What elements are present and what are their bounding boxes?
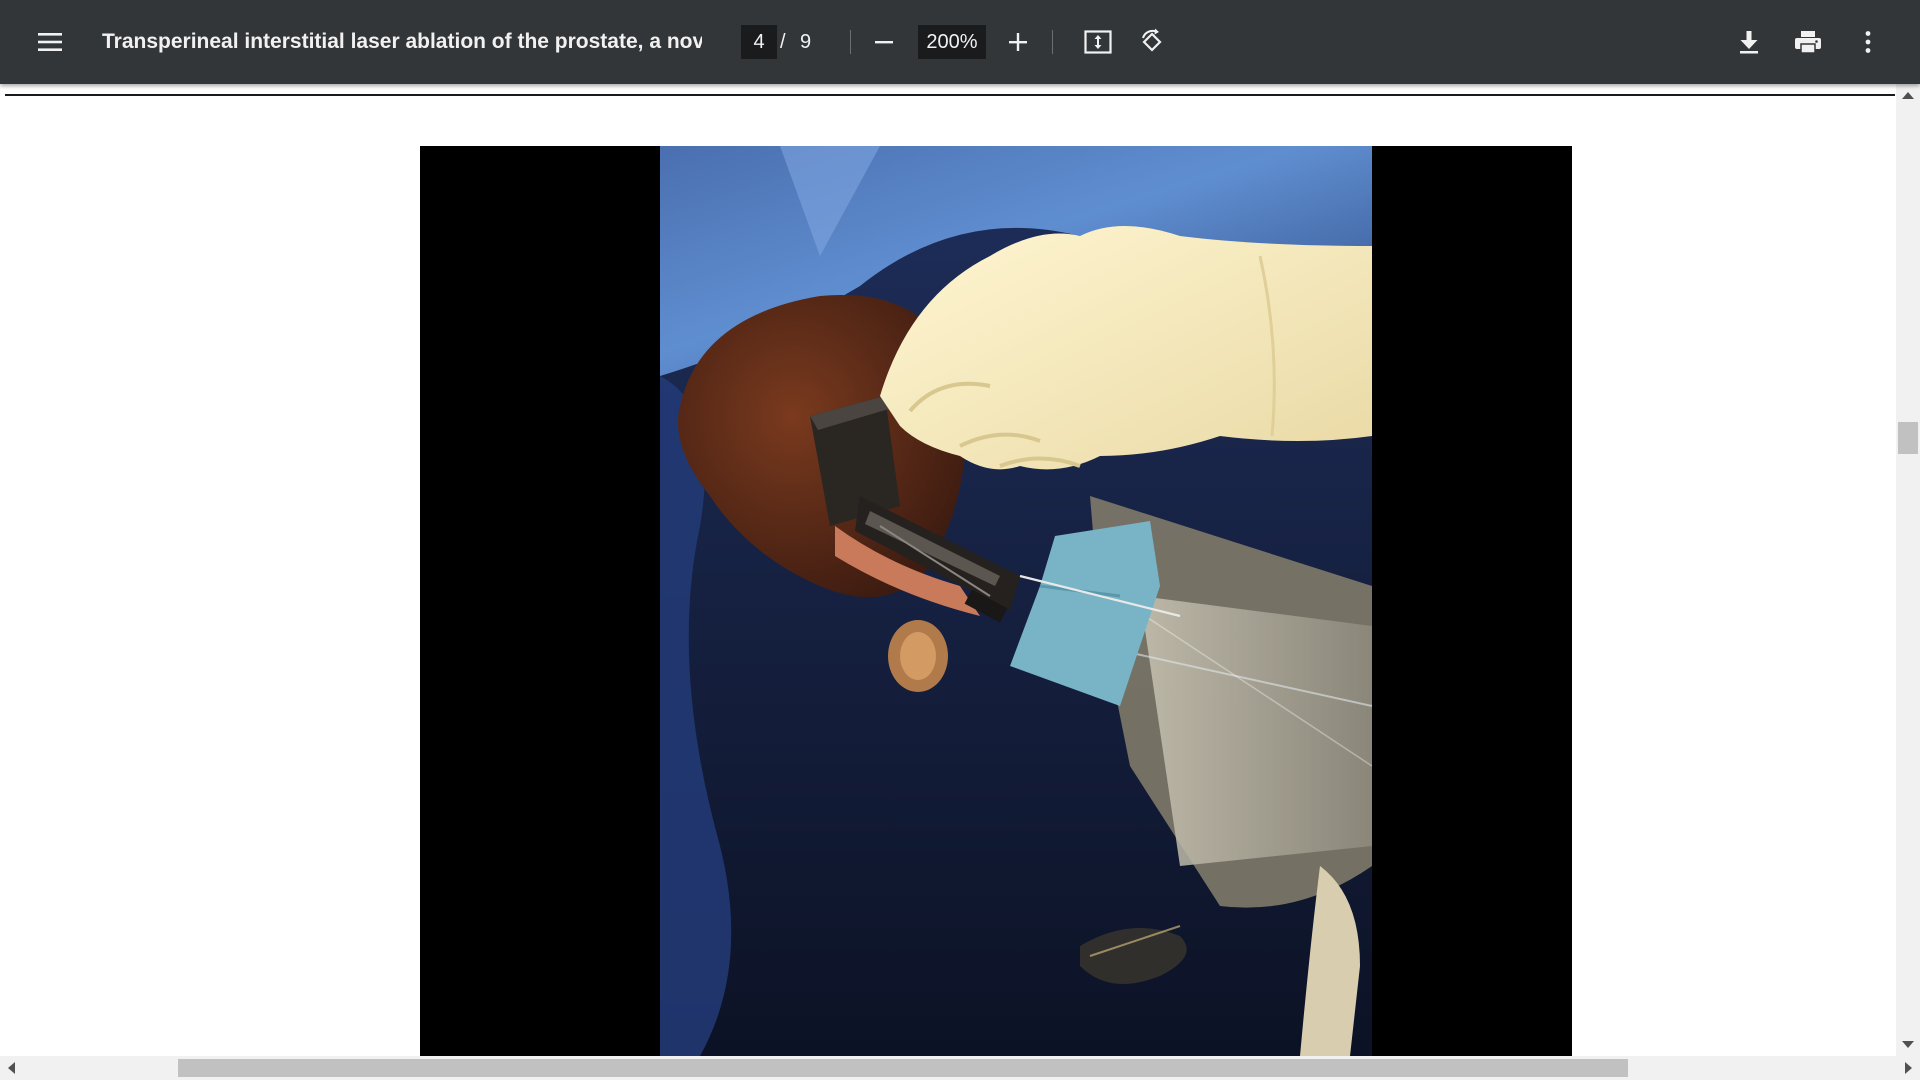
print-icon [1794, 30, 1822, 54]
vertical-scrollbar[interactable] [1896, 84, 1920, 1056]
pdf-toolbar: Transperineal interstitial laser ablatio… [0, 0, 1920, 84]
horizontal-scroll-thumb[interactable] [178, 1059, 1628, 1077]
zoom-in-button[interactable] [994, 18, 1042, 66]
download-button[interactable] [1725, 18, 1773, 66]
scroll-up-arrow-icon[interactable] [1902, 92, 1914, 99]
rotate-button[interactable] [1128, 18, 1176, 66]
menu-button[interactable] [26, 18, 74, 66]
scroll-down-arrow-icon[interactable] [1902, 1041, 1914, 1048]
fit-to-page-button[interactable] [1074, 18, 1122, 66]
menu-icon [37, 31, 63, 53]
zoom-level-input[interactable]: 200% [918, 25, 986, 59]
fit-to-page-icon [1084, 30, 1112, 54]
vertical-scroll-thumb[interactable] [1898, 422, 1918, 454]
zoom-out-button[interactable] [860, 18, 908, 66]
page-number-input[interactable]: 4 [741, 25, 777, 59]
scroll-right-arrow-icon[interactable] [1905, 1062, 1912, 1074]
pdf-page-viewport[interactable] [0, 84, 1896, 1056]
print-button[interactable] [1784, 18, 1832, 66]
surgical-photo [660, 146, 1372, 1056]
toolbar-divider [1052, 30, 1053, 54]
page-total: 9 [800, 31, 812, 53]
more-actions-button[interactable] [1844, 18, 1892, 66]
toolbar-divider [850, 30, 851, 54]
more-vertical-icon [1864, 30, 1872, 54]
horizontal-scrollbar[interactable] [0, 1056, 1920, 1080]
minus-icon [874, 32, 894, 52]
plus-icon [1008, 32, 1028, 52]
document-title: Transperineal interstitial laser ablatio… [102, 30, 702, 53]
download-icon [1738, 30, 1760, 54]
page-top-rule [5, 94, 1895, 96]
page-separator: / [780, 31, 786, 53]
document-figure [420, 146, 1572, 1056]
rotate-counterclockwise-icon [1138, 28, 1166, 56]
scroll-left-arrow-icon[interactable] [8, 1062, 15, 1074]
